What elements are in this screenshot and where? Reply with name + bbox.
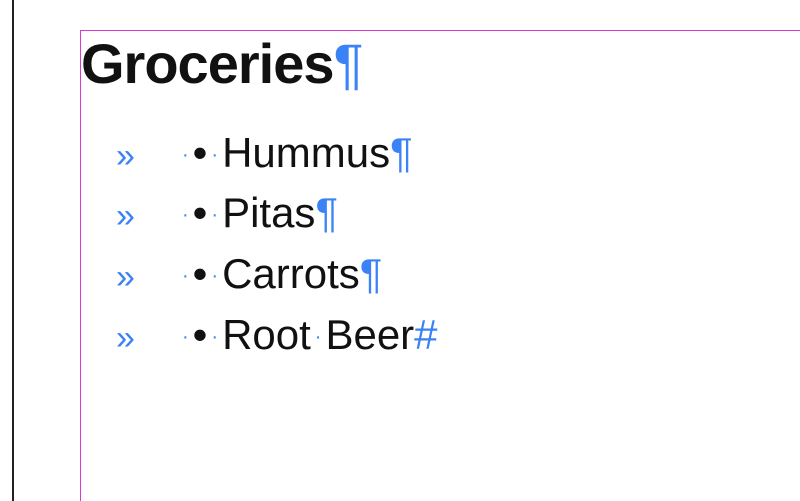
bullet-icon: • <box>193 244 208 305</box>
tab-mark-icon: · <box>176 323 193 352</box>
space-mark-icon: · <box>207 141 222 170</box>
list-item[interactable]: »·•·Carrots¶ <box>81 244 800 305</box>
page-edge-rule <box>12 0 14 501</box>
heading-line[interactable]: Groceries¶ <box>81 31 800 95</box>
tab-mark-icon: · <box>176 262 193 291</box>
list-item[interactable]: »·•·Pitas¶ <box>81 183 800 244</box>
indent-mark-icon: » <box>81 253 176 302</box>
text-frame[interactable]: Groceries¶ »·•·Hummus¶»·•·Pitas¶»·•·Carr… <box>80 30 800 501</box>
indent-mark-icon: » <box>81 132 176 181</box>
list-item[interactable]: »·•·Hummus¶ <box>81 123 800 184</box>
list-item-word[interactable]: Beer <box>325 305 414 366</box>
pilcrow-icon: ¶ <box>360 244 383 305</box>
bullet-icon: • <box>193 123 208 184</box>
list-item-word[interactable]: Carrots <box>222 244 360 305</box>
tab-mark-icon: · <box>176 141 193 170</box>
space-mark-icon: · <box>207 262 222 291</box>
pilcrow-icon: ¶ <box>315 183 338 244</box>
pilcrow-icon: ¶ <box>334 32 363 95</box>
heading-text[interactable]: Groceries <box>81 32 334 95</box>
bulleted-list[interactable]: »·•·Hummus¶»·•·Pitas¶»·•·Carrots¶»·•·Roo… <box>81 123 800 367</box>
list-item-word[interactable]: Pitas <box>222 183 315 244</box>
space-mark-icon: · <box>311 323 326 352</box>
bullet-icon: • <box>193 183 208 244</box>
end-of-story-icon: # <box>414 305 437 366</box>
indent-mark-icon: » <box>81 192 176 241</box>
tab-mark-icon: · <box>176 201 193 230</box>
list-item-word[interactable]: Root <box>222 305 311 366</box>
space-mark-icon: · <box>207 323 222 352</box>
bullet-icon: • <box>193 305 208 366</box>
list-item[interactable]: »·•·Root·Beer# <box>81 305 800 366</box>
pilcrow-icon: ¶ <box>390 123 413 184</box>
list-item-word[interactable]: Hummus <box>222 123 390 184</box>
space-mark-icon: · <box>207 201 222 230</box>
indent-mark-icon: » <box>81 314 176 363</box>
